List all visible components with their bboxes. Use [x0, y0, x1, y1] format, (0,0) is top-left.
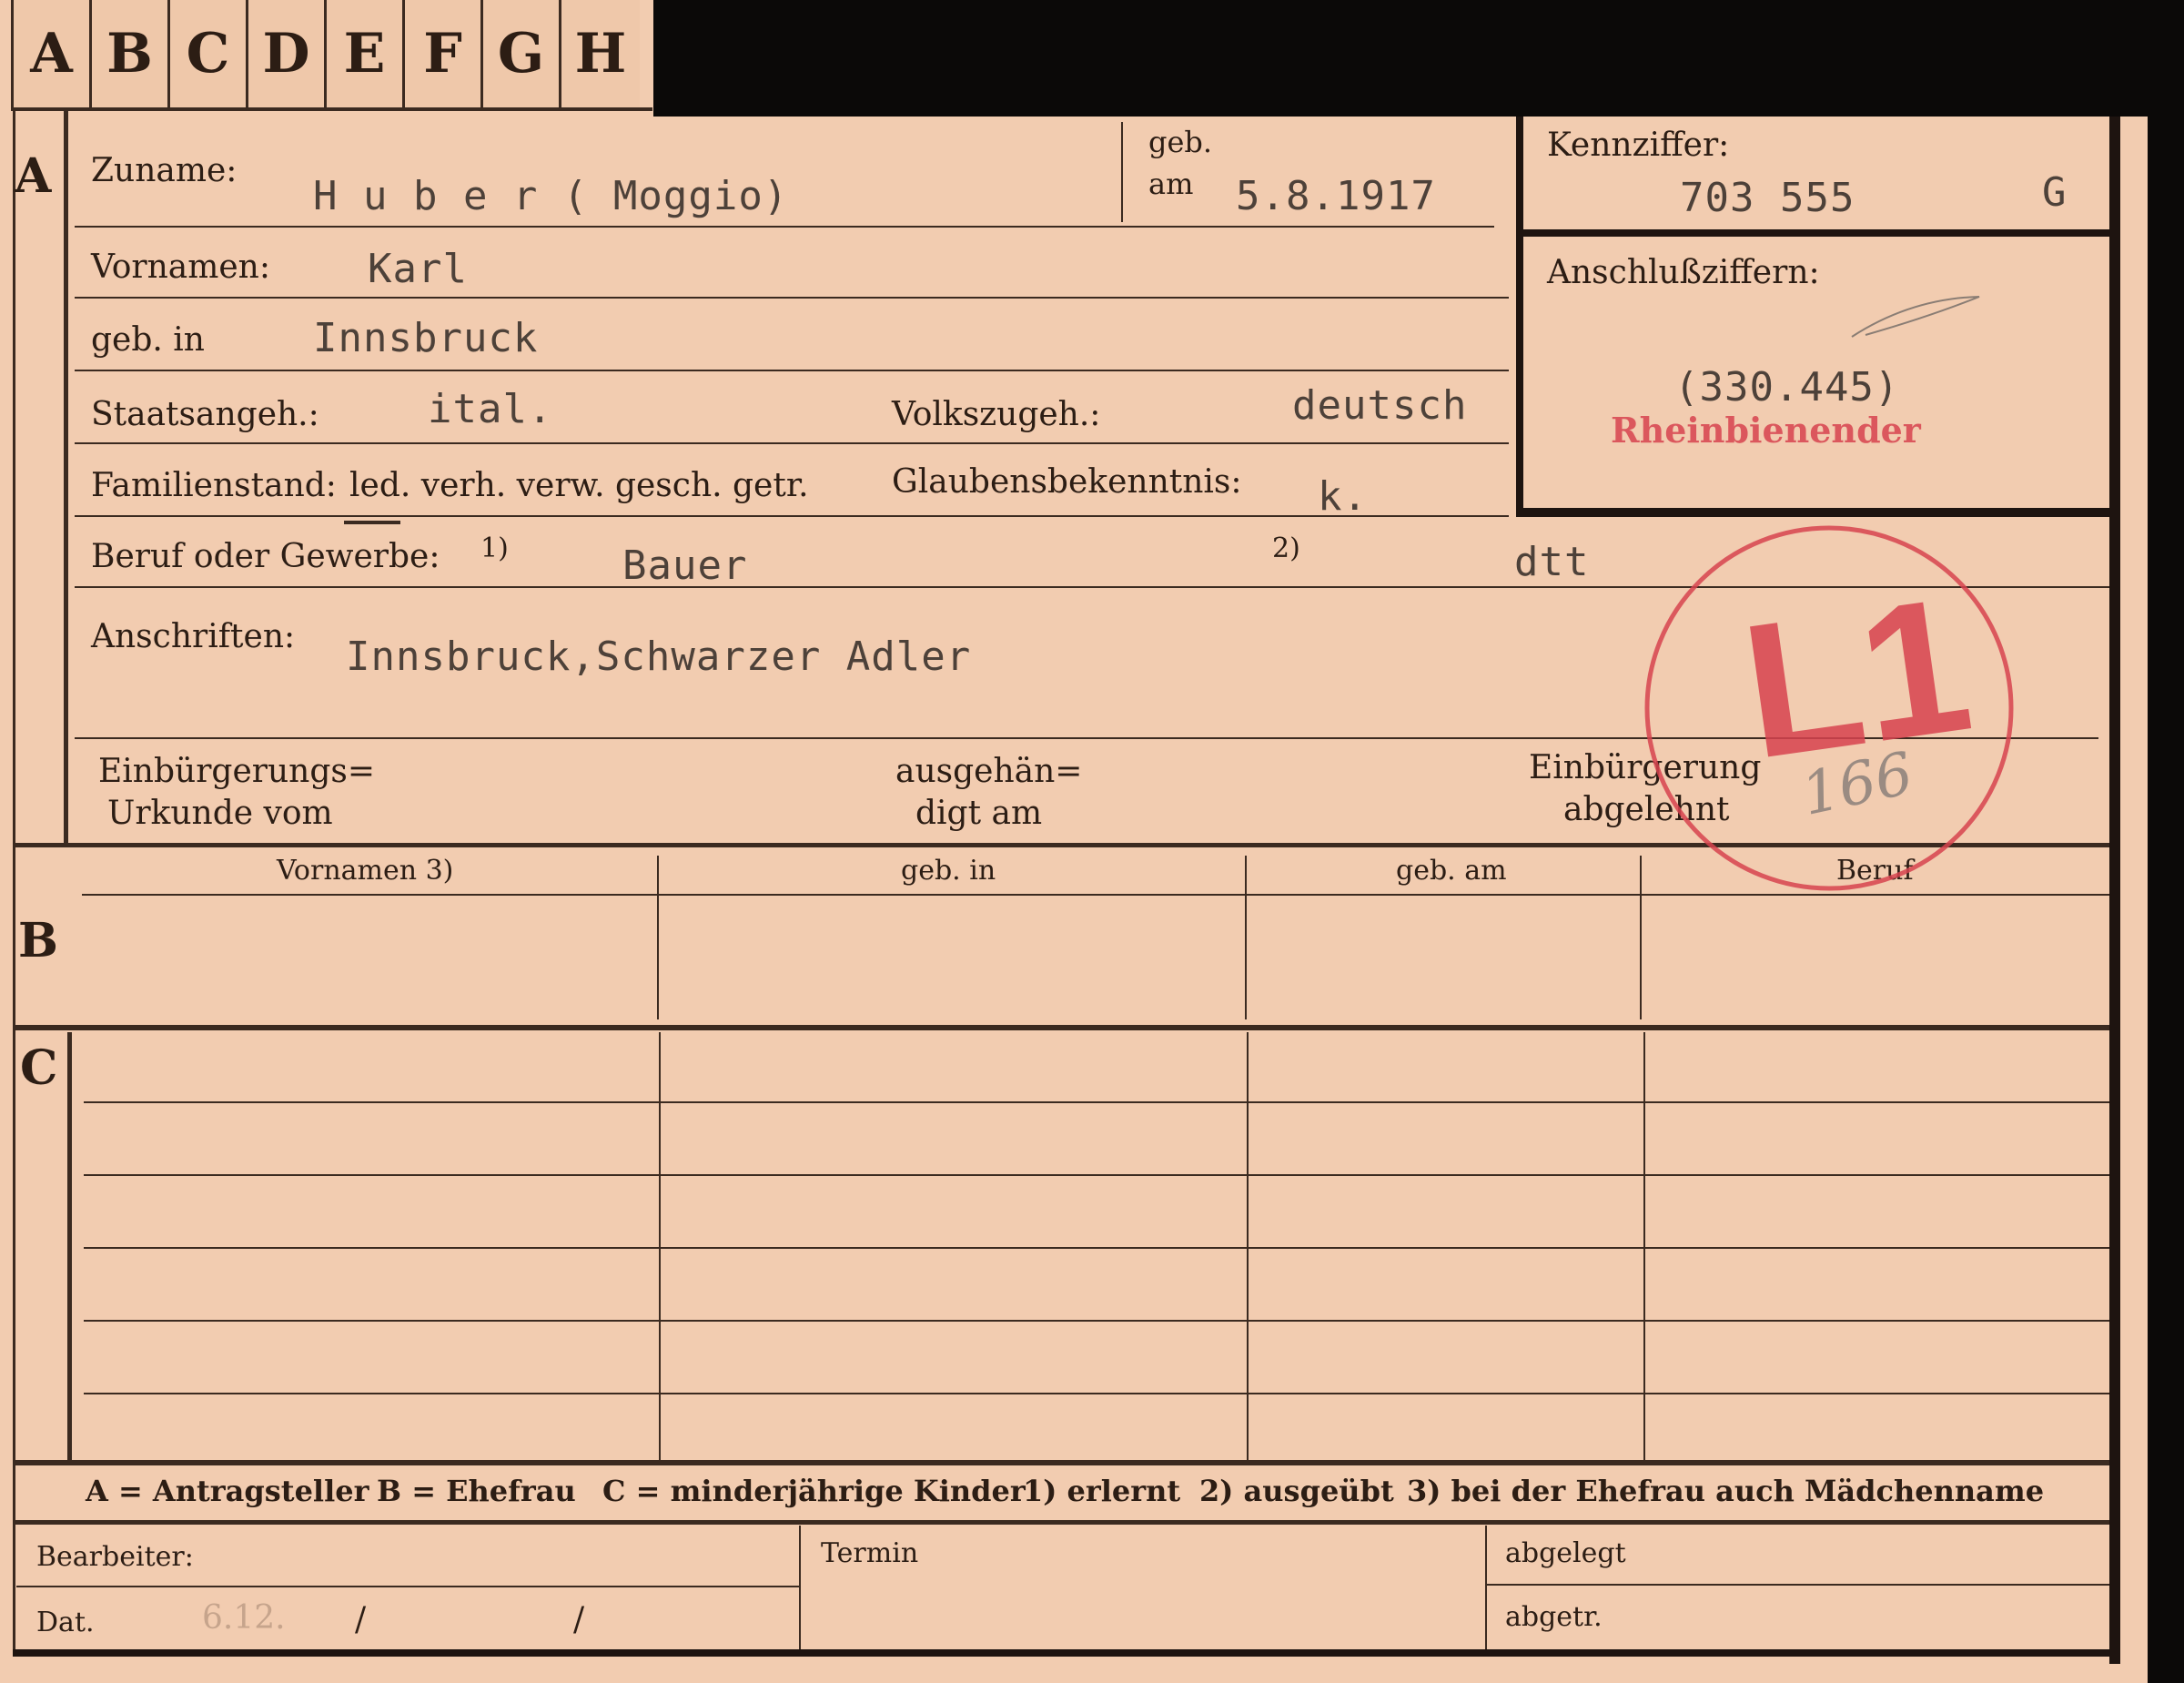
- dat-day-faint: 6.12.: [202, 1599, 286, 1637]
- geb-in-label: geb. in: [91, 321, 205, 359]
- bottom-col-1: [799, 1526, 801, 1649]
- section-a-marker: A: [15, 148, 52, 204]
- footnote-a: A = Antragsteller: [86, 1474, 369, 1508]
- frame-bottom: [13, 1649, 2120, 1657]
- anschlussziffern-label: Anschlußziffern:: [1547, 254, 1820, 291]
- beruf-erlernt-value: Bauer: [622, 542, 748, 589]
- table-c-rule-1: [84, 1101, 2109, 1103]
- ausgehaendigt-label-2: digt am: [915, 795, 1043, 832]
- dat-slash-1: /: [355, 1601, 367, 1638]
- registration-card: A B C D E F G H A B C Zuname: H u b e r …: [0, 0, 2148, 1683]
- tab-c[interactable]: C: [170, 0, 248, 107]
- abgelegt-label: abgelegt: [1505, 1537, 1626, 1569]
- section-c-marker: C: [20, 1040, 58, 1096]
- section-c-rule: [67, 1032, 72, 1460]
- tab-h[interactable]: H: [561, 0, 640, 107]
- table-c-col-1: [659, 1032, 661, 1460]
- table-c-rule-2: [84, 1174, 2109, 1176]
- anschluss-value: (330.445): [1674, 364, 1900, 411]
- section-c-bottom: [13, 1460, 2109, 1465]
- kennziffer-label: Kennziffer:: [1547, 127, 1730, 164]
- beruf-note-2: 2): [1272, 532, 1300, 564]
- card-top-edge: [653, 0, 2148, 117]
- familienstand-underline: [75, 515, 1509, 517]
- table-b-header-geb-in: geb. in: [901, 855, 996, 887]
- bearbeiter-underline: [16, 1586, 799, 1587]
- tab-f[interactable]: F: [405, 0, 483, 107]
- table-b-header-geb-am: geb. am: [1396, 855, 1507, 887]
- geb-in-value: Innsbruck: [313, 315, 539, 361]
- zuname-underline: [75, 226, 1494, 228]
- glaubensbekenntnis-label: Glaubensbekenntnis:: [892, 463, 1242, 501]
- anschriften-label: Anschriften:: [91, 618, 296, 655]
- familienstand-mark: [344, 521, 400, 524]
- staatsangeh-label: Staatsangeh.:: [91, 396, 319, 433]
- kennziffer-suffix: G: [2042, 169, 2068, 216]
- tab-a[interactable]: A: [14, 0, 92, 107]
- section-a-rule: [64, 107, 68, 845]
- table-c-rule-4: [84, 1320, 2109, 1322]
- red-circle-stamp: L1 166: [1638, 517, 2020, 899]
- ausgehaendigt-label-1: ausgehän=: [895, 753, 1083, 790]
- frame-left: [13, 107, 15, 1655]
- geb-am-value: 5.8.1917: [1236, 173, 1436, 219]
- vornamen-label: Vornamen:: [91, 248, 270, 286]
- tab-e[interactable]: E: [327, 0, 405, 107]
- footnote-n1: 1) erlernt: [1023, 1474, 1181, 1508]
- am-label: am: [1148, 167, 1194, 201]
- bottom-col-2: [1485, 1526, 1487, 1649]
- tab-b[interactable]: B: [92, 0, 170, 107]
- index-tabs: A B C D E F G H: [11, 0, 652, 111]
- tab-g[interactable]: G: [483, 0, 561, 107]
- vornamen-underline: [75, 297, 1509, 299]
- table-b-col-1: [657, 856, 659, 1019]
- geb-in-underline: [75, 370, 1509, 371]
- termin-label: Termin: [821, 1537, 919, 1569]
- familienstand-label: Familienstand:: [91, 467, 337, 504]
- footnote-c: C = minderjährige Kinder: [602, 1474, 1026, 1508]
- beruf-label: Beruf oder Gewerbe:: [91, 538, 440, 575]
- einbuergerung-label-1: Einbürgerungs=: [98, 753, 376, 790]
- footnote-b: B = Ehefrau: [377, 1474, 576, 1508]
- tab-d[interactable]: D: [248, 0, 327, 107]
- zuname-divider: [1121, 122, 1123, 222]
- table-b-header-vornamen: Vornamen 3): [277, 855, 454, 887]
- red-ink-mark: Rheinbienender: [1611, 410, 1921, 451]
- table-c-col-3: [1643, 1032, 1645, 1460]
- staatsangeh-value: ital.: [428, 386, 553, 432]
- volkszugeh-label: Volkszugeh.:: [892, 396, 1101, 433]
- footnote-n2: 2) ausgeübt: [1199, 1474, 1394, 1508]
- footnote-bottom: [13, 1520, 2109, 1525]
- table-b-col-2: [1245, 856, 1247, 1019]
- abgelegt-underline: [1487, 1584, 2109, 1586]
- section-bc-separator: [13, 1025, 2109, 1030]
- zuname-label: Zuname:: [91, 152, 238, 189]
- frame-right: [2109, 117, 2120, 1664]
- abgetr-label: abgetr.: [1505, 1601, 1603, 1633]
- kennziffer-value: 703 555: [1680, 175, 1855, 221]
- dat-label: Dat.: [36, 1607, 95, 1638]
- table-c-rule-3: [84, 1247, 2109, 1249]
- table-c-col-2: [1247, 1032, 1249, 1460]
- volkszugeh-value: deutsch: [1292, 382, 1468, 429]
- bearbeiter-label: Bearbeiter:: [36, 1541, 194, 1573]
- beruf-ausgeuebt-value: dtt: [1514, 539, 1590, 585]
- table-c-rule-5: [84, 1393, 2109, 1394]
- staatsangeh-underline: [75, 442, 1509, 444]
- beruf-note-1: 1): [480, 532, 509, 564]
- dat-slash-2: /: [573, 1601, 585, 1638]
- geb-label: geb.: [1148, 125, 1213, 159]
- section-b-marker: B: [18, 913, 58, 968]
- footnote-n3: 3) bei der Ehefrau auch Mädchenname: [1407, 1474, 2045, 1508]
- vornamen-value: Karl: [368, 246, 468, 292]
- zuname-value: H u b e r ( Moggio): [313, 173, 789, 219]
- pencil-flourish: [1851, 296, 1980, 338]
- familienstand-options: led. verh. verw. gesch. getr.: [349, 467, 809, 504]
- einbuergerung-label-2: Urkunde vom: [107, 795, 333, 832]
- glaubensbekenntnis-value: k.: [1318, 473, 1368, 520]
- kennziffer-divider: [1523, 229, 2109, 237]
- anschrift-value: Innsbruck,Schwarzer Adler: [346, 634, 972, 680]
